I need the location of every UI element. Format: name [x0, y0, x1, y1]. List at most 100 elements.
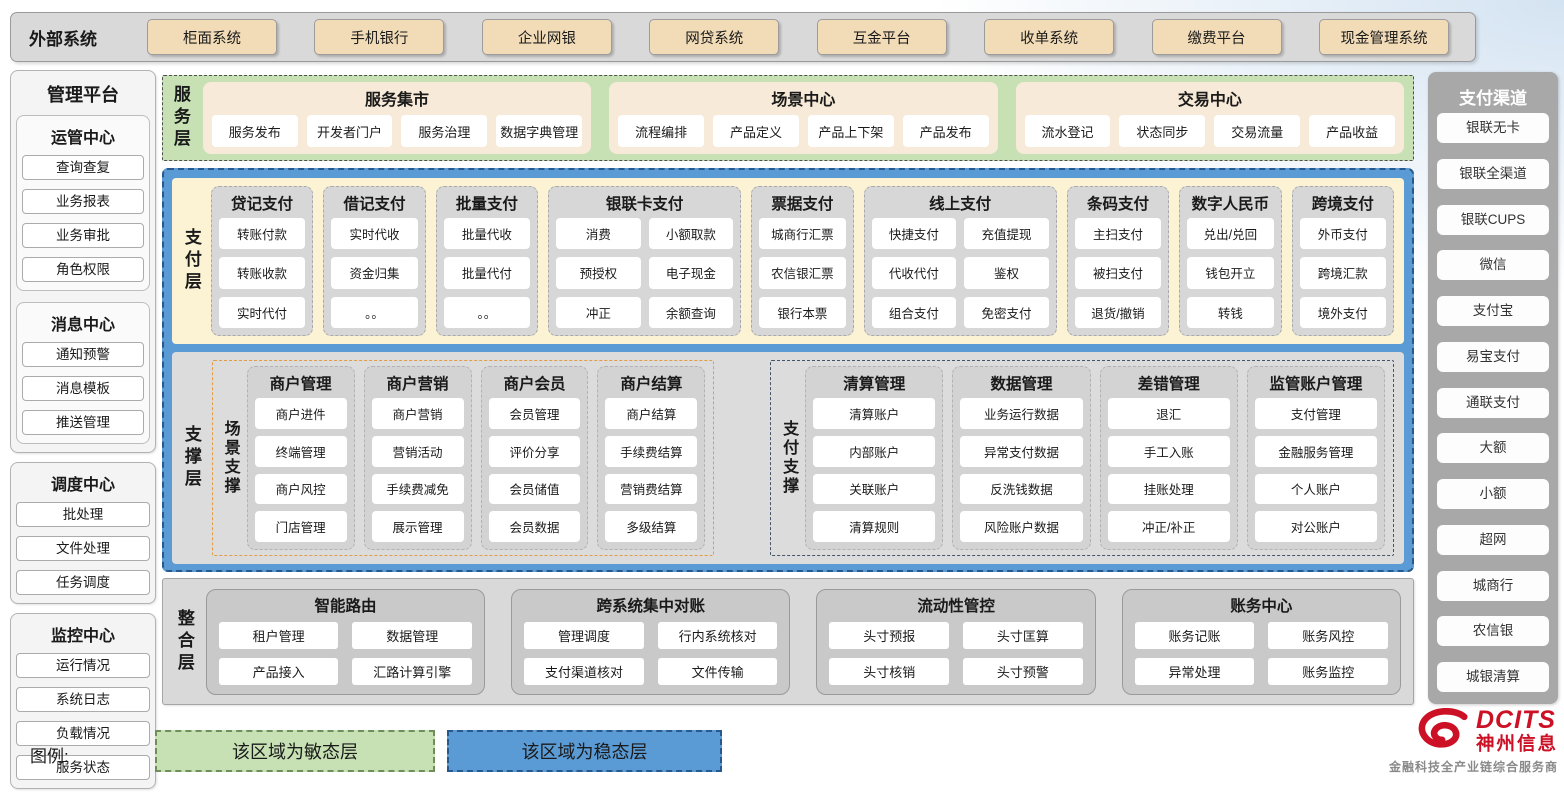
management-group: 消息中心 通知预警消息模板推送管理: [16, 302, 150, 444]
payment-channel-item: 支付宝: [1437, 296, 1549, 326]
management-group-items: 批处理文件处理任务调度: [16, 502, 150, 595]
payment-channel-item: 通联支付: [1437, 388, 1549, 418]
service-group-title: 交易中心: [1025, 86, 1395, 110]
service-group-items: 流程编排产品定义产品上下架产品发布: [618, 115, 988, 147]
management-platform-box: 管理平台 运管中心 查询查复业务报表业务审批角色权限 消息中心 通知预警消息模板…: [10, 70, 156, 453]
service-item: 服务治理: [401, 115, 487, 147]
support-item: 商户进件: [255, 398, 347, 429]
support-column: 商户管理 商户进件终端管理商户风控门店管理: [247, 366, 355, 550]
payment-column-title: 跨境支付: [1300, 190, 1386, 218]
service-item: 数据字典管理: [496, 115, 582, 147]
support-sections: 场景支撑 商户管理 商户进件终端管理商户风控门店管理 商户营销: [212, 360, 1394, 556]
service-item: 产品定义: [713, 115, 799, 147]
support-section: 场景支撑 商户管理 商户进件终端管理商户风控门店管理 商户营销: [212, 360, 715, 556]
support-column: 商户会员 会员管理评价分享会员储值会员数据: [481, 366, 589, 550]
payment-column: 条码支付 主扫支付被扫支付退货/撤销: [1067, 186, 1169, 336]
payment-item: 农信银汇票: [759, 257, 845, 288]
payment-channel-item: 城商行: [1437, 571, 1549, 601]
support-item: 门店管理: [255, 511, 347, 542]
payment-channel-item: 银联全渠道: [1437, 159, 1549, 189]
payment-channel-item: 小额: [1437, 479, 1549, 509]
integration-item: 产品接入: [219, 658, 339, 685]
external-system-box: 柜面系统: [147, 19, 277, 55]
support-item: 会员储值: [489, 474, 581, 505]
management-platform-title: 管理平台: [16, 81, 150, 107]
service-item: 状态同步: [1119, 115, 1205, 147]
payment-layer-label: 支付层: [182, 228, 200, 294]
payment-column-items: 批量代收批量代付。。: [444, 218, 530, 328]
payment-channel-item: 大额: [1437, 433, 1549, 463]
service-layer: 服务层 服务集市 服务发布开发者门户服务治理数据字典管理 场景中心 流程编排产品…: [162, 75, 1414, 161]
integration-group-items: 账务记账账务风控异常处理账务监控: [1135, 622, 1388, 685]
support-item: 会员数据: [489, 511, 581, 542]
support-item: 退汇: [1108, 398, 1230, 429]
support-column: 监管账户管理 支付管理金融服务管理个人账户对公账户: [1247, 366, 1385, 550]
payment-item: 主扫支付: [1075, 218, 1161, 249]
integration-item: 租户管理: [219, 622, 339, 649]
integration-group: 智能路由 租户管理数据管理产品接入汇路计算引擎: [206, 589, 485, 695]
integration-item: 头寸预报: [829, 622, 949, 649]
support-column-title: 监管账户管理: [1255, 370, 1377, 398]
service-group-title: 服务集市: [212, 86, 582, 110]
management-group-title: 消息中心: [22, 311, 144, 335]
payment-item: 资金归集: [331, 257, 417, 288]
management-item: 批处理: [16, 502, 150, 527]
dcits-brand: DCITS: [1476, 708, 1556, 733]
integration-item: 文件传输: [658, 658, 778, 685]
support-item: 营销费结算: [605, 474, 697, 505]
service-item: 流水登记: [1025, 115, 1111, 147]
payment-column-items: 主扫支付被扫支付退货/撤销: [1075, 218, 1161, 328]
payment-column: 跨境支付 外币支付跨境汇款境外支付: [1292, 186, 1394, 336]
integration-layer: 整合层 智能路由 租户管理数据管理产品接入汇路计算引擎 跨系统集中对账 管理调度…: [162, 578, 1414, 705]
support-column-title: 商户结算: [605, 370, 697, 398]
support-item: 支付管理: [1255, 398, 1377, 429]
management-group-title: 调度中心: [16, 471, 150, 495]
support-column: 商户营销 商户营销营销活动手续费减免展示管理: [364, 366, 472, 550]
support-item: 对公账户: [1255, 511, 1377, 542]
external-systems-title: 外部系统: [29, 25, 147, 50]
payment-item: 批量代收: [444, 218, 530, 249]
payment-channels-panel: 支付渠道 银联无卡银联全渠道银联CUPS微信支付宝易宝支付通联支付大额小额超网城…: [1428, 72, 1558, 704]
payment-item: 外币支付: [1300, 218, 1386, 249]
management-inner-groups: 运管中心 查询查复业务报表业务审批角色权限 消息中心 通知预警消息模板推送管理: [16, 115, 150, 444]
support-column-items: 清算账户内部账户关联账户清算规则: [813, 398, 935, 542]
service-layer-label: 服务层: [171, 85, 189, 151]
integration-group: 跨系统集中对账 管理调度行内系统核对支付渠道核对文件传输: [511, 589, 790, 695]
payment-column: 线上支付 快捷支付充值提现代收代付鉴权组合支付免密支付: [864, 186, 1057, 336]
integration-item: 数据管理: [352, 622, 472, 649]
integration-item: 汇路计算引擎: [352, 658, 472, 685]
management-item: 通知预警: [22, 342, 144, 367]
payment-column-title: 借记支付: [331, 190, 417, 218]
support-column-title: 商户营销: [372, 370, 464, 398]
payment-layer: 支付层 贷记支付 转账付款转账收款实时代付 借记支付 实时代收资金归集。。 批量…: [172, 178, 1404, 344]
payment-channel-item: 微信: [1437, 250, 1549, 280]
service-item: 流程编排: [618, 115, 704, 147]
service-item: 开发者门户: [307, 115, 393, 147]
support-column: 数据管理 业务运行数据异常支付数据反洗钱数据风险账户数据: [952, 366, 1090, 550]
support-column-items: 商户结算手续费结算营销费结算多级结算: [605, 398, 697, 542]
dcits-tagline: 金融科技全产业链综合服务商: [1389, 758, 1558, 775]
external-system-box: 缴费平台: [1152, 19, 1282, 55]
support-section-columns: 商户管理 商户进件终端管理商户风控门店管理 商户营销 商户营销营销活动手续费减免…: [247, 366, 706, 550]
management-item: 推送管理: [22, 410, 144, 435]
management-group: 运管中心 查询查复业务报表业务审批角色权限: [16, 115, 150, 291]
payment-item: 预授权: [556, 257, 641, 288]
payment-column-title: 票据支付: [759, 190, 845, 218]
support-column-items: 业务运行数据异常支付数据反洗钱数据风险账户数据: [960, 398, 1082, 542]
payment-item: 批量代付: [444, 257, 530, 288]
integration-item: 账务记账: [1135, 622, 1255, 649]
dcits-logo-text: DCITS 神州信息: [1476, 708, 1558, 754]
integration-group-title: 跨系统集中对账: [524, 594, 777, 616]
support-item: 商户风控: [255, 474, 347, 505]
stable-layer-container: 支付层 贷记支付 转账付款转账收款实时代付 借记支付 实时代收资金归集。。 批量…: [162, 168, 1414, 572]
integration-group-title: 账务中心: [1135, 594, 1388, 616]
service-group-items: 服务发布开发者门户服务治理数据字典管理: [212, 115, 582, 147]
dcits-company-name: 神州信息: [1476, 733, 1558, 754]
payment-item: 被扫支付: [1075, 257, 1161, 288]
payment-column-items: 兑出/兑回钱包开立转钱: [1187, 218, 1273, 328]
payment-column-title: 数字人民币: [1187, 190, 1273, 218]
payment-column-title: 银联卡支付: [556, 190, 733, 218]
payment-item: 代收代付: [872, 257, 957, 288]
support-layer-label: 支撑层: [182, 425, 200, 491]
dcits-logo: DCITS 神州信息 金融科技全产业链综合服务商: [1388, 708, 1558, 775]
